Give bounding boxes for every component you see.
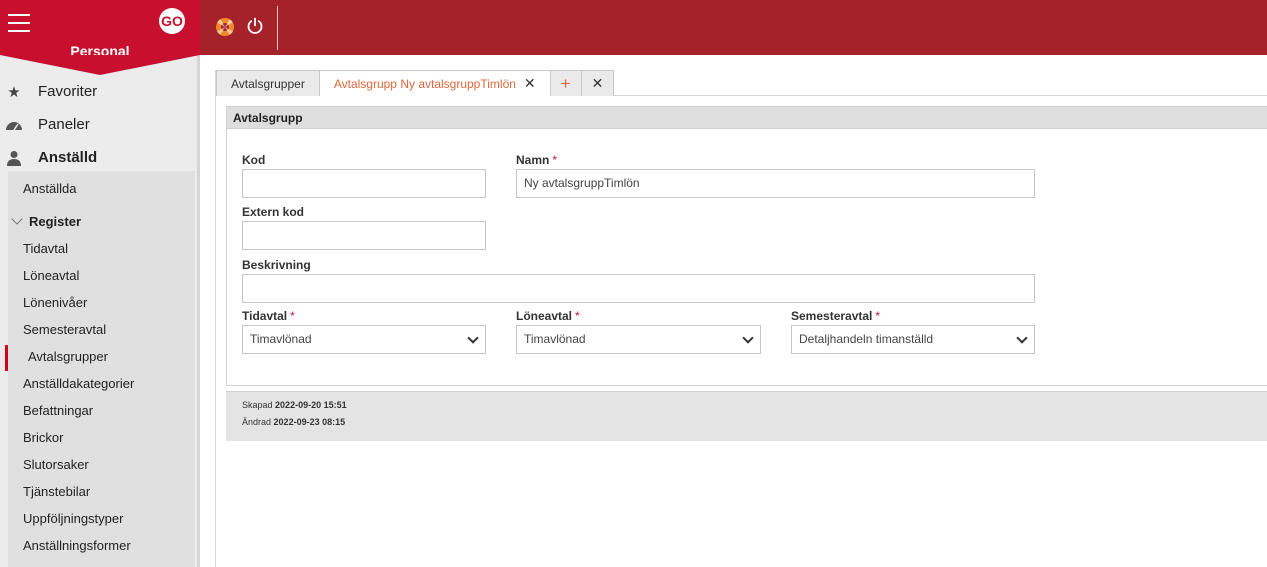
kod-input[interactable] [242,169,486,198]
sidebar-item-befattningar[interactable]: Befattningar [23,401,93,421]
kod-label: Kod [242,153,266,167]
star-icon: ★ [7,83,21,101]
sidebar-item-paneler[interactable]: Paneler [0,108,197,141]
add-tab-button[interactable]: + [549,70,582,96]
sidebar: ★ Favoriter Paneler Anställd Anställda R… [0,55,200,567]
avtalsgrupp-panel: Avtalsgrupp Kod Namn * Ny avtalsgruppTiml… [226,106,1267,386]
sidebar-item-anstalld[interactable]: Anställd [0,141,197,174]
beskrivning-label: Beskrivning [242,258,311,272]
power-icon[interactable] [245,16,265,36]
sidebar-item-label: Anställd [38,149,98,166]
tab-avtalsgrupper[interactable]: Avtalsgrupper [216,70,320,96]
tab-bar: Avtalsgrupper Avtalsgrupp Ny avtalsgrupp… [216,70,615,96]
loneavtal-select[interactable]: Timavlönad [516,325,761,354]
semesteravtal-label: Semesteravtal * [791,309,881,323]
panel-title: Avtalsgrupp [227,107,1267,129]
sidebar-item-anstallda[interactable]: Anställda [23,179,76,199]
changed-info: Ändrad 2022-09-23 08:15 [242,417,346,427]
chevron-down-icon [11,213,23,225]
loneavtal-value: Timavlönad [524,332,586,346]
namn-label: Namn * [516,153,558,167]
beskrivning-input[interactable] [242,274,1035,303]
sidebar-item-label: Paneler [38,116,90,133]
created-info: Skapad 2022-09-20 15:51 [242,400,347,410]
tidavtal-label: Tidavtal * [242,309,295,323]
sidebar-item-anstalldakategorier[interactable]: Anställdakategorier [23,374,134,394]
top-bar [200,0,1267,55]
sidebar-item-semesteravtal[interactable]: Semesteravtal [23,320,106,340]
sidebar-item-slutorsaker[interactable]: Slutorsaker [23,455,89,475]
go-logo: GO [159,8,185,34]
sidebar-item-tidavtal[interactable]: Tidavtal [23,239,68,259]
chevron-down-icon [742,332,754,344]
sidebar-item-label: Favoriter [38,83,98,100]
loneavtal-label: Löneavtal * [516,309,580,323]
close-all-tabs-button[interactable]: ✕ [580,70,615,96]
svg-text:GO: GO [161,13,183,29]
tab-label: Avtalsgrupp Ny avtalsgruppTimlön [333,76,516,91]
sidebar-item-brickor[interactable]: Brickor [23,428,63,448]
sidebar-group-label: Register [29,214,82,229]
sidebar-item-favoriter[interactable]: ★ Favoriter [0,75,197,108]
close-tab-icon[interactable]: ✕ [524,75,536,92]
active-indicator [5,345,8,371]
tab-label: Avtalsgrupper [231,76,305,91]
sidebar-subpanel: Anställda Register Tidavtal Löneavtal Lö… [8,171,195,567]
tidavtal-select[interactable]: Timavlönad [242,325,486,354]
sidebar-item-anstallningsformer[interactable]: Anställningsformer [23,536,131,556]
extern-kod-label: Extern kod [242,205,305,219]
sidebar-header-arrow [0,55,200,75]
tidavtal-value: Timavlönad [250,332,312,346]
sidebar-item-loneavtal[interactable]: Löneavtal [23,266,79,286]
dashboard-icon [5,116,23,134]
namn-input[interactable]: Ny avtalsgruppTimlön [516,169,1035,198]
semesteravtal-select[interactable]: Detaljhandeln timanställd [791,325,1035,354]
extern-kod-input[interactable] [242,221,486,250]
semesteravtal-value: Detaljhandeln timanställd [799,332,934,346]
person-icon [5,149,23,167]
sidebar-item-avtalsgrupper[interactable]: Avtalsgrupper [28,347,108,367]
chevron-down-icon [467,332,479,344]
chevron-down-icon [1016,332,1028,344]
sidebar-item-uppfoljningstyper[interactable]: Uppföljningstyper [23,509,123,529]
hamburger-menu-icon[interactable] [8,14,30,32]
content-border [215,70,216,567]
sidebar-header: GO Personal [0,0,200,59]
sidebar-group-register[interactable]: Register [8,212,81,232]
sidebar-item-tjanstebilar[interactable]: Tjänstebilar [23,482,90,502]
lifebuoy-icon[interactable] [216,18,234,36]
tab-avtalsgrupp-ny[interactable]: Avtalsgrupp Ny avtalsgruppTimlön ✕ [318,70,551,96]
sidebar-item-lonenivaer[interactable]: Lönenivåer [23,293,87,313]
topbar-divider [277,6,278,50]
record-meta: Skapad 2022-09-20 15:51 Ändrad 2022-09-2… [226,391,1267,441]
